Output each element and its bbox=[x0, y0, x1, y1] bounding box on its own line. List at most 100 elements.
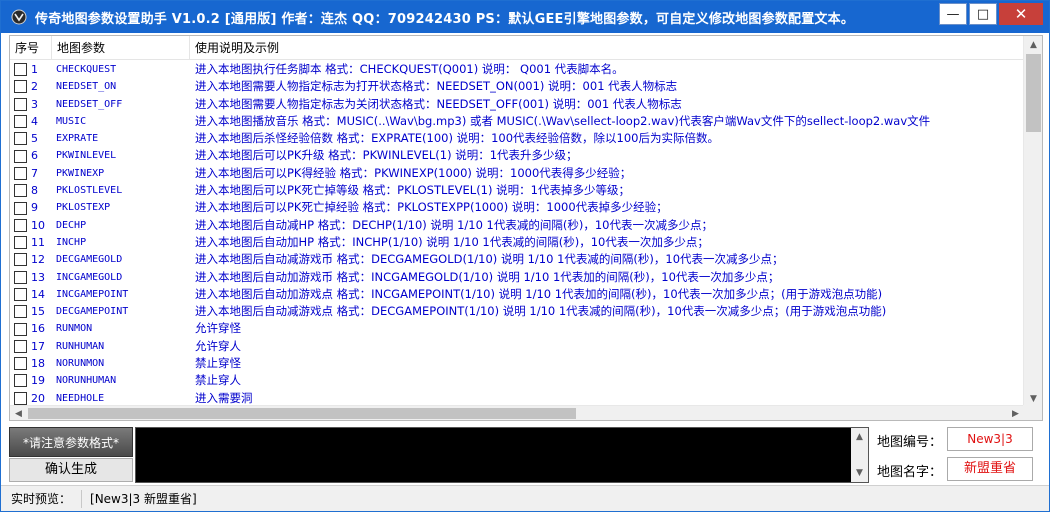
row-number-cell: 5 bbox=[10, 130, 52, 147]
map-id-field[interactable]: New3|3 bbox=[947, 427, 1033, 451]
table-row[interactable]: 5 EXPRATE 进入本地图后杀怪经验倍数 格式：EXPRATE(100) 说明：… bbox=[10, 130, 1024, 147]
row-description: 进入本地图后可以PK升级 格式：PKWINLEVEL(1) 说明：1代表升多少级… bbox=[195, 148, 578, 163]
row-description: 进入本地图需要人物指定标志为打开状态格式：NEEDSET_ON(001) 说明：… bbox=[195, 79, 678, 94]
table-row[interactable]: 2 NEEDSET_ON 进入本地图需要人物指定标志为打开状态格式：NEEDSET_… bbox=[10, 78, 1024, 95]
title-bar[interactable]: 传奇地图参数设置助手 V1.0.2 [通用版] 作者：连杰 QQ：7092424… bbox=[1, 1, 1049, 33]
table-row[interactable]: 10 DECHP 进入本地图后自动减HP 格式：DECHP(1/10) 说明 1/1… bbox=[10, 217, 1024, 234]
row-checkbox[interactable] bbox=[14, 80, 27, 94]
column-header-number[interactable]: 序号 bbox=[10, 36, 52, 60]
map-name-field[interactable]: 新盟重省 bbox=[947, 457, 1033, 481]
table-row[interactable]: 1 CHECKQUEST 进入本地图执行任务脚本 格式：CHECKQUEST(Q00… bbox=[10, 61, 1024, 78]
row-param: NEEDSET_ON bbox=[56, 81, 117, 93]
table-row[interactable]: 6 PKWINLEVEL 进入本地图后可以PK升级 格式：PKWINLEVEL(1)… bbox=[10, 147, 1024, 164]
row-checkbox[interactable] bbox=[14, 97, 27, 111]
row-checkbox[interactable] bbox=[14, 270, 27, 284]
table-row[interactable]: 11 INCHP 进入本地图后自动加HP 格式：INCHP(1/10) 说明 1/1… bbox=[10, 234, 1024, 251]
row-number-cell: 6 bbox=[10, 147, 52, 164]
row-checkbox[interactable] bbox=[14, 339, 27, 353]
vertical-scroll-thumb[interactable] bbox=[1026, 54, 1041, 132]
row-number: 4 bbox=[31, 114, 38, 128]
map-param-list[interactable]: 序号 地图参数 使用说明及示例 1 CHECKQUEST 进入本地图执行任务脚本 格… bbox=[9, 35, 1043, 421]
row-checkbox[interactable] bbox=[14, 236, 27, 250]
row-checkbox[interactable] bbox=[14, 149, 27, 163]
row-checkbox[interactable] bbox=[14, 288, 27, 301]
row-description: 进入本地图后自动加游戏币 格式：INCGAMEGOLD(1/10) 说明 1/1… bbox=[195, 269, 780, 284]
row-checkbox[interactable] bbox=[14, 201, 27, 215]
table-row[interactable]: 14 INCGAMEPOINT 进入本地图后自动加游戏点 格式：INCGAMEPOI… bbox=[10, 286, 1024, 303]
scroll-up-icon[interactable]: ▲ bbox=[1024, 36, 1042, 53]
preview-scroll-up-icon[interactable]: ▲ bbox=[851, 428, 868, 446]
row-number: 12 bbox=[31, 253, 45, 267]
vertical-scrollbar[interactable]: ▲ ▼ bbox=[1023, 36, 1042, 407]
row-number: 2 bbox=[31, 80, 38, 94]
row-number: 3 bbox=[31, 97, 38, 111]
row-description: 禁止穿怪 bbox=[195, 356, 241, 371]
row-number-cell: 4 bbox=[10, 113, 52, 130]
table-row[interactable]: 19 NORUNHUMAN 禁止穿人 bbox=[10, 372, 1024, 389]
row-number: 15 bbox=[31, 305, 45, 319]
row-checkbox[interactable] bbox=[14, 391, 27, 405]
table-row[interactable]: 9 PKLOSTEXP 进入本地图后可以PK死亡掉经验 格式：PKLOSTEXPP(… bbox=[10, 199, 1024, 216]
row-checkbox[interactable] bbox=[14, 322, 27, 336]
horizontal-scrollbar[interactable]: ◀ ▶ bbox=[10, 405, 1024, 420]
table-row[interactable]: 15 DECGAMEPOINT 进入本地图后自动减游戏点 格式：DECGAMEPOI… bbox=[10, 303, 1024, 320]
column-header-description[interactable]: 使用说明及示例 bbox=[190, 36, 1024, 60]
table-row[interactable]: 3 NEEDSET_OFF 进入本地图需要人物指定标志为关闭状态格式：NEEDSET… bbox=[10, 96, 1024, 113]
preview-scroll-down-icon[interactable]: ▼ bbox=[851, 464, 868, 482]
horizontal-scroll-thumb[interactable] bbox=[28, 408, 576, 419]
row-number: 8 bbox=[31, 184, 38, 198]
preview-output-box[interactable]: ▲ ▼ bbox=[135, 427, 869, 483]
row-description: 进入本地图播放音乐 格式：MUSIC(..\Wav\bg.mp3) 或者 MUS… bbox=[195, 113, 931, 128]
table-row[interactable]: 4 MUSIC 进入本地图播放音乐 格式：MUSIC(..\Wav\bg.mp3) … bbox=[10, 113, 1024, 130]
row-checkbox[interactable] bbox=[14, 166, 27, 180]
table-row[interactable]: 8 PKLOSTLEVEL 进入本地图后可以PK死亡掉等级 格式：PKLOSTLEV… bbox=[10, 182, 1024, 199]
row-checkbox[interactable] bbox=[14, 357, 27, 371]
row-checkbox[interactable] bbox=[14, 253, 27, 267]
row-number: 19 bbox=[31, 374, 45, 388]
row-number: 6 bbox=[31, 149, 38, 163]
row-param: PKWINEXP bbox=[56, 167, 105, 179]
row-param: MUSIC bbox=[56, 115, 87, 127]
row-param: PKLOSTEXP bbox=[56, 202, 111, 214]
row-checkbox[interactable] bbox=[14, 305, 27, 319]
map-name-label: 地图名字： bbox=[877, 465, 943, 480]
table-row[interactable]: 7 PKWINEXP 进入本地图后可以PK得经验 格式：PKWINEXP(1000)… bbox=[10, 165, 1024, 182]
row-description: 进入本地图后自动减游戏点 格式：DECGAMEPOINT(1/10) 说明 1/… bbox=[195, 304, 887, 319]
table-row[interactable]: 17 RUNHUMAN 允许穿人 bbox=[10, 338, 1024, 355]
row-description: 进入本地图后可以PK死亡掉经验 格式：PKLOSTEXPP(1000) 说明：1… bbox=[195, 200, 668, 215]
row-number-cell: 2 bbox=[10, 78, 52, 95]
row-param: INCGAMEGOLD bbox=[56, 271, 123, 283]
minimize-button[interactable]: — bbox=[939, 3, 967, 25]
table-row[interactable]: 13 INCGAMEGOLD 进入本地图后自动加游戏币 格式：INCGAMEGOLD… bbox=[10, 269, 1024, 286]
row-description: 进入本地图后自动加游戏点 格式：INCGAMEPOINT(1/10) 说明 1/… bbox=[195, 286, 883, 301]
row-number: 1 bbox=[31, 63, 38, 76]
preview-scrollbar[interactable]: ▲ ▼ bbox=[851, 428, 868, 482]
table-row[interactable]: 18 NORUNMON 禁止穿怪 bbox=[10, 355, 1024, 372]
table-row[interactable]: 16 RUNMON 允许穿怪 bbox=[10, 320, 1024, 337]
maximize-button[interactable]: □ bbox=[969, 3, 997, 25]
row-description: 进入本地图后自动减游戏币 格式：DECGAMEGOLD(1/10) 说明 1/1… bbox=[195, 252, 784, 267]
row-number-cell: 10 bbox=[10, 217, 52, 234]
row-number-cell: 17 bbox=[10, 338, 52, 355]
scroll-left-icon[interactable]: ◀ bbox=[10, 406, 27, 420]
row-checkbox[interactable] bbox=[14, 132, 27, 146]
row-description: 进入本地图需要人物指定标志为关闭状态格式：NEEDSET_OFF(001) 说明… bbox=[195, 96, 682, 111]
row-checkbox[interactable] bbox=[14, 184, 27, 198]
row-param: PKWINLEVEL bbox=[56, 150, 117, 162]
row-number-cell: 9 bbox=[10, 199, 52, 216]
row-number: 16 bbox=[31, 322, 45, 336]
notice-button[interactable]: *请注意参数格式* bbox=[9, 427, 133, 457]
scroll-right-icon[interactable]: ▶ bbox=[1007, 406, 1024, 420]
row-description: 进入本地图后自动加HP 格式：INCHP(1/10) 说明 1/10 1代表减的… bbox=[195, 234, 709, 249]
row-number-cell: 15 bbox=[10, 303, 52, 320]
row-checkbox[interactable] bbox=[14, 115, 27, 129]
row-checkbox[interactable] bbox=[14, 218, 27, 232]
row-checkbox[interactable] bbox=[14, 63, 27, 77]
row-number: 5 bbox=[31, 132, 38, 146]
main-window: 传奇地图参数设置助手 V1.0.2 [通用版] 作者：连杰 QQ：7092424… bbox=[0, 0, 1050, 512]
confirm-generate-button[interactable]: 确认生成 bbox=[9, 458, 133, 482]
table-row[interactable]: 12 DECGAMEGOLD 进入本地图后自动减游戏币 格式：DECGAMEGOLD… bbox=[10, 251, 1024, 268]
row-checkbox[interactable] bbox=[14, 374, 27, 388]
close-button[interactable]: ✕ bbox=[999, 3, 1043, 25]
column-header-param[interactable]: 地图参数 bbox=[52, 36, 190, 60]
